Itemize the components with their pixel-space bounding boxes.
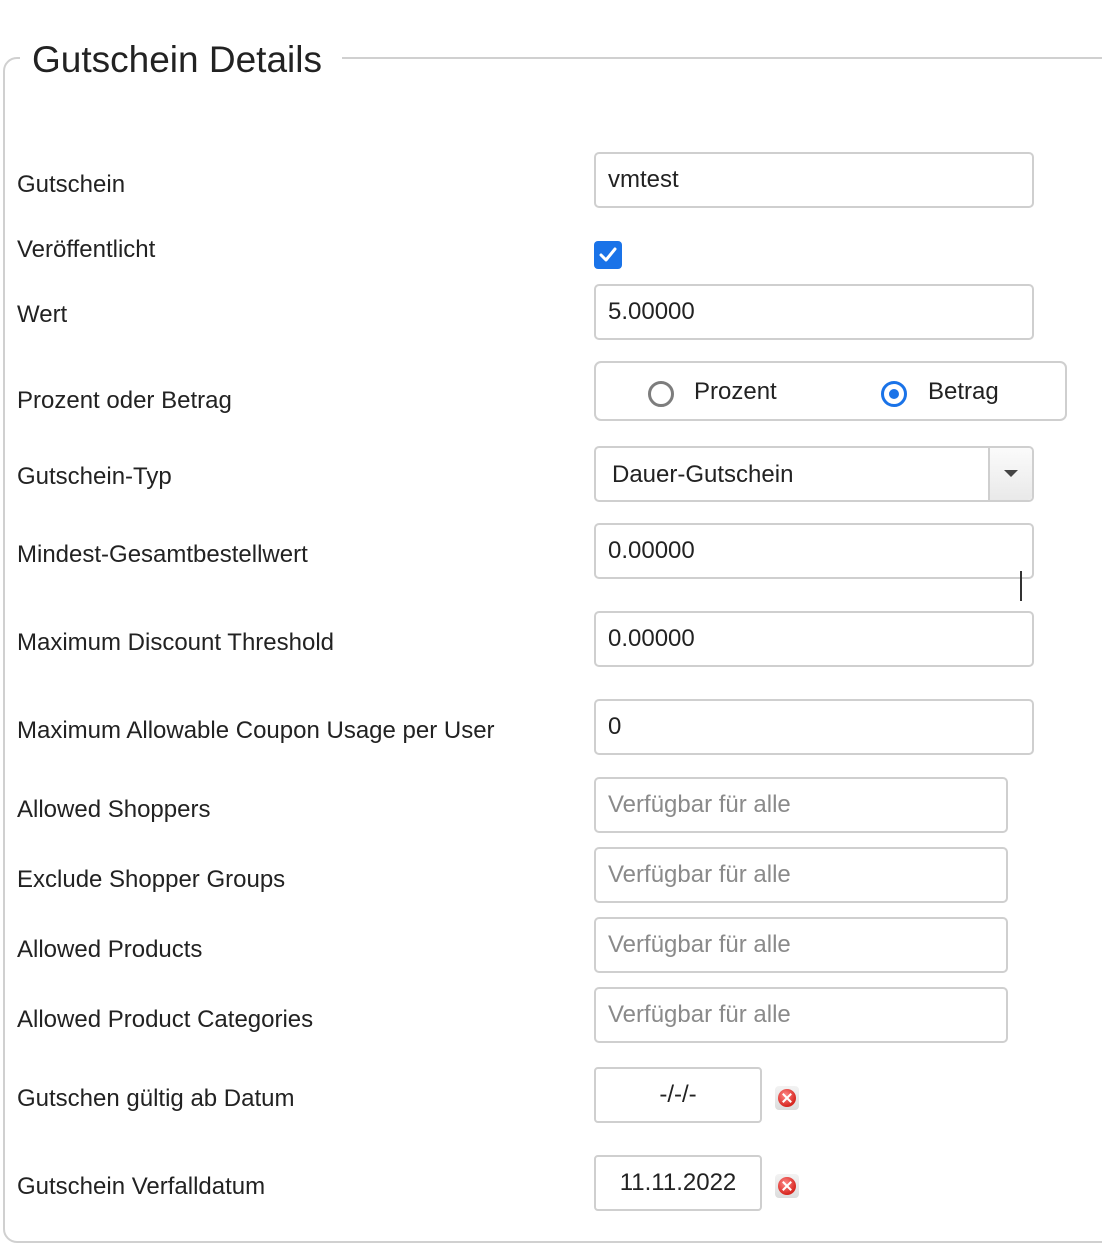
close-icon: [778, 1177, 796, 1195]
minimum-order-label: Mindest-Gesamtbestellwert: [17, 541, 308, 568]
percent-radio[interactable]: [648, 381, 674, 407]
valid-from-date-input[interactable]: -/-/-: [594, 1067, 762, 1123]
expiry-date-input[interactable]: 11.11.2022: [594, 1155, 762, 1211]
valid-from-label: Gutschen gültig ab Datum: [17, 1085, 295, 1112]
value-input[interactable]: 5.00000: [594, 284, 1034, 340]
chevron-down-icon[interactable]: [988, 448, 1032, 500]
expiry-date-label: Gutschein Verfalldatum: [17, 1173, 266, 1200]
exclude-groups-label: Exclude Shopper Groups: [17, 866, 286, 893]
allowed-shoppers-label: Allowed Shoppers: [17, 796, 211, 823]
value-label: Wert: [17, 301, 68, 328]
close-icon: [778, 1089, 796, 1107]
amount-radio-label[interactable]: Betrag: [928, 377, 999, 407]
coupon-code-label: Gutschein: [17, 171, 126, 198]
allowed-products-input[interactable]: Verfügbar für alle: [594, 917, 1008, 973]
checkmark-icon: [599, 247, 617, 262]
clear-expiry-date-button[interactable]: [775, 1174, 799, 1198]
percent-or-amount-label: Prozent oder Betrag: [17, 387, 232, 414]
text-cursor: [1020, 571, 1022, 601]
coupon-type-value: Dauer-Gutschein: [612, 461, 794, 488]
published-label: Veröffentlicht: [17, 236, 156, 263]
coupon-type-label: Gutschein-Typ: [17, 463, 172, 490]
coupon-code-input[interactable]: vmtest: [594, 152, 1034, 208]
allowed-products-label: Allowed Products: [17, 936, 203, 963]
percent-radio-label[interactable]: Prozent: [694, 377, 777, 407]
fieldset-legend: Gutschein Details: [20, 36, 342, 84]
minimum-order-input[interactable]: 0.00000: [594, 523, 1034, 579]
percent-or-amount-radio-group: Prozent Betrag: [594, 361, 1067, 421]
published-checkbox[interactable]: [594, 241, 622, 269]
max-discount-input[interactable]: 0.00000: [594, 611, 1034, 667]
allowed-categories-input[interactable]: Verfügbar für alle: [594, 987, 1008, 1043]
max-usage-input[interactable]: 0: [594, 699, 1034, 755]
clear-valid-from-button[interactable]: [775, 1086, 799, 1110]
allowed-categories-label: Allowed Product Categories: [17, 1006, 314, 1033]
max-discount-label: Maximum Discount Threshold: [17, 629, 335, 656]
exclude-groups-input[interactable]: Verfügbar für alle: [594, 847, 1008, 903]
amount-radio[interactable]: [881, 381, 907, 407]
coupon-type-select[interactable]: Dauer-Gutschein: [594, 446, 1034, 502]
allowed-shoppers-input[interactable]: Verfügbar für alle: [594, 777, 1008, 833]
max-usage-label: Maximum Allowable Coupon Usage per User: [17, 717, 495, 744]
